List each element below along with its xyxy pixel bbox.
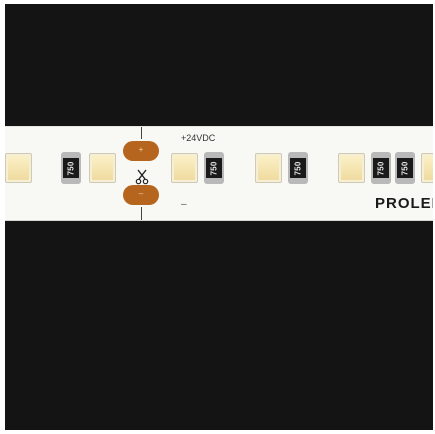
led-chip [255,153,282,183]
led-chip [171,153,198,183]
cut-line [141,127,142,139]
led-chip [338,153,365,183]
product-photo: 750 750 750 750 750 + – +24VDC – PROLEI [5,4,433,430]
brand-text: PROLEI [375,195,433,212]
resistor: 750 [371,152,391,184]
resistor-code: 750 [209,161,219,175]
solder-pad-negative: – [123,185,159,205]
resistor: 750 [395,152,415,184]
led-strip: 750 750 750 750 750 + – +24VDC – PROLEI [5,126,433,221]
resistor-code: 750 [376,161,386,175]
minus-label: – [181,199,187,210]
resistor: 750 [61,152,81,184]
resistor: 750 [204,152,224,184]
resistor-code: 750 [400,161,410,175]
solder-pad-positive: + [123,141,159,161]
led-chip [421,153,433,183]
led-chip [89,153,116,183]
resistor-code: 750 [293,161,303,175]
voltage-label: +24VDC [181,133,216,143]
cut-line [141,207,142,220]
scissors-icon [135,169,149,185]
resistor: 750 [288,152,308,184]
led-chip [5,153,32,183]
resistor-code: 750 [66,161,76,175]
